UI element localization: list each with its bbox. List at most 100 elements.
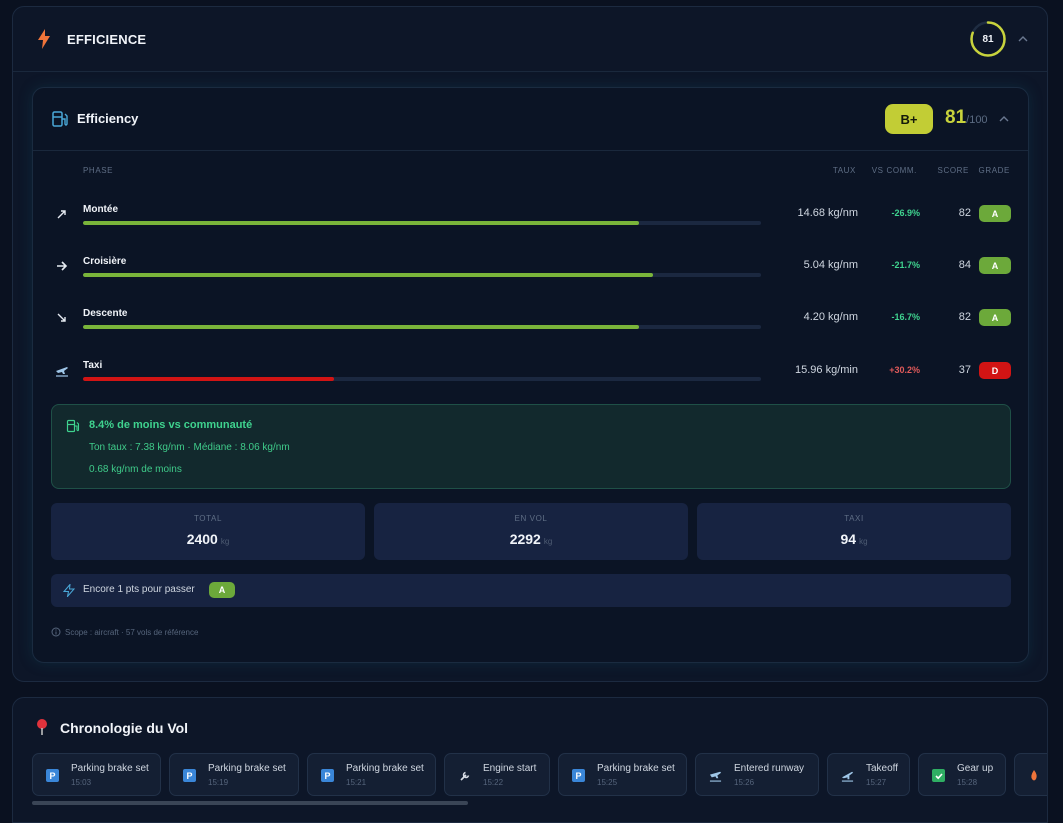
- timeline-event[interactable]: Entered runway 15:26: [695, 753, 819, 796]
- parking-icon: P: [572, 769, 585, 782]
- phase-grade-badge: A: [979, 309, 1011, 326]
- section-header[interactable]: EFFICIENCE: [13, 7, 1047, 72]
- phase-progress-fill: [83, 221, 639, 225]
- event-time: 15:25: [597, 778, 618, 787]
- event-name: Parking brake set: [346, 763, 424, 774]
- bolt-icon: [63, 584, 75, 597]
- overall-grade-badge: B+: [885, 104, 933, 134]
- col-vs-header: VS COMM.: [871, 166, 917, 175]
- stat-total: TOTAL 2400 kg: [51, 503, 365, 560]
- phase-progress-bar: [83, 273, 761, 277]
- timeline-event[interactable]: P Parking brake set 15:03: [32, 753, 161, 796]
- event-time: 15:28: [957, 778, 978, 787]
- stat-unit: kg: [220, 537, 230, 546]
- climb-arrow-icon: [55, 207, 69, 221]
- overall-score-value: 81: [945, 107, 967, 128]
- runway-plane-icon: [709, 769, 722, 782]
- phase-grade-badge: A: [979, 205, 1011, 222]
- parking-icon: P: [46, 769, 59, 782]
- timeline-scrollbar[interactable]: [32, 801, 468, 805]
- overall-score: 81/100: [945, 107, 988, 129]
- chevron-up-icon[interactable]: [1017, 33, 1029, 45]
- event-name: Engine start: [483, 763, 537, 774]
- card-title: Efficiency: [77, 111, 139, 126]
- stat-number: 2400: [186, 531, 218, 547]
- phase-rate: 5.04 kg/nm: [803, 259, 858, 271]
- timeline-event[interactable]: Engine start 15:22: [444, 753, 550, 796]
- phase-vs-community: -26.9%: [891, 208, 920, 218]
- phase-score: 82: [958, 311, 971, 323]
- col-score-header: SCORE: [937, 166, 969, 175]
- stat-number: 94: [840, 531, 857, 547]
- phase-progress-bar: [83, 377, 761, 381]
- efficiency-card: Efficiency B+ 81/100 PHASE TAUX VS COMM.…: [32, 87, 1029, 663]
- stat-value: 94 kg: [697, 531, 1011, 547]
- stat-label: TAXI: [844, 514, 864, 523]
- event-time: 15:22: [483, 778, 504, 787]
- phase-label: Descente: [83, 308, 128, 319]
- event-time: 15:21: [346, 778, 367, 787]
- chevron-up-icon[interactable]: [998, 113, 1010, 125]
- phase-score: 37: [958, 364, 971, 376]
- phase-rate: 4.20 kg/nm: [803, 311, 858, 323]
- timeline-event-partial[interactable]: [1014, 753, 1047, 796]
- stat-number: 2292: [509, 531, 541, 547]
- stat-unit: kg: [543, 537, 553, 546]
- hint-grade-badge: A: [209, 582, 235, 598]
- phase-rate: 15.96 kg/min: [795, 364, 858, 376]
- parking-icon: P: [321, 769, 334, 782]
- fuel-pump-icon: [52, 111, 68, 127]
- card-header[interactable]: Efficiency B+ 81/100: [33, 88, 1028, 151]
- timeline-event[interactable]: P Parking brake set 15:21: [307, 753, 436, 796]
- phase-grade-badge: D: [979, 362, 1011, 379]
- stat-unit: kg: [859, 537, 868, 546]
- event-time: 15:26: [734, 778, 755, 787]
- phase-progress-bar: [83, 221, 761, 225]
- stat-value: 2400 kg: [51, 531, 365, 547]
- stat-label: EN VOL: [514, 514, 548, 523]
- phase-progress-bar: [83, 325, 761, 329]
- event-name: Parking brake set: [208, 763, 286, 774]
- check-icon: [932, 769, 945, 782]
- event-name: Takeoff: [866, 763, 899, 774]
- flight-timeline: Chronologie du Vol P Parking brake set 1…: [12, 697, 1048, 823]
- takeoff-icon: [841, 769, 854, 782]
- phase-vs-community: -21.7%: [891, 260, 920, 270]
- col-grade-header: GRADE: [978, 166, 1010, 175]
- right-arrow-icon: [55, 259, 69, 273]
- col-phase-header: PHASE: [83, 166, 114, 175]
- taxi-plane-icon: [55, 363, 69, 377]
- note-savings-line: 0.68 kg/nm de moins: [89, 464, 182, 475]
- phase-grade-badge: A: [979, 257, 1011, 274]
- community-comparison-note: 8.4% de moins vs communauté Ton taux : 7…: [51, 404, 1011, 489]
- stat-value: 2292 kg: [374, 531, 688, 547]
- stat-in-flight: EN VOL 2292 kg: [374, 503, 688, 560]
- pin-icon: [37, 719, 47, 735]
- section-title: EFFICIENCE: [67, 31, 147, 47]
- stat-label: TOTAL: [193, 514, 223, 523]
- parking-icon: P: [183, 769, 196, 782]
- event-time: 15:27: [866, 778, 887, 787]
- timeline-event[interactable]: Takeoff 15:27: [827, 753, 910, 796]
- wrench-icon: [458, 769, 471, 782]
- phase-vs-community: +30.2%: [889, 365, 920, 375]
- phase-label: Croisière: [83, 256, 127, 267]
- phase-progress-fill: [83, 325, 639, 329]
- scope-footnote: Scope : aircraft · 57 vols de référence: [65, 628, 199, 637]
- flame-icon: [1027, 769, 1040, 782]
- phase-label: Montée: [83, 204, 118, 215]
- hint-text: Encore 1 pts pour passer: [83, 584, 195, 595]
- timeline-event[interactable]: P Parking brake set 15:25: [558, 753, 687, 796]
- phase-score: 84: [958, 259, 971, 271]
- phase-progress-fill: [83, 273, 653, 277]
- event-time: 15:03: [71, 778, 92, 787]
- event-name: Parking brake set: [71, 763, 149, 774]
- descent-arrow-icon: [55, 311, 69, 325]
- timeline-event[interactable]: Gear up 15:28: [918, 753, 1006, 796]
- efficiency-section: EFFICIENCE 81 Efficiency B+ 81/100 PHASE…: [12, 6, 1048, 682]
- next-grade-hint: Encore 1 pts pour passer A: [51, 574, 1011, 607]
- phase-score: 82: [958, 207, 971, 219]
- bolt-icon: [35, 28, 53, 50]
- timeline-event[interactable]: P Parking brake set 15:19: [169, 753, 299, 796]
- event-name: Entered runway: [734, 763, 805, 774]
